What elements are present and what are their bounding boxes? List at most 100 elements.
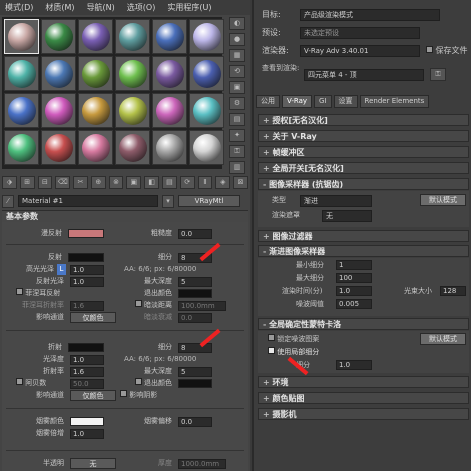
- menu-mode[interactable]: 模式(D): [5, 2, 33, 13]
- lock-noise-checkbox[interactable]: [268, 334, 275, 341]
- sampler-default-mode-button[interactable]: 默认模式: [420, 194, 466, 206]
- toolbar-icon[interactable]: ▤: [162, 175, 177, 189]
- toolbar-icon[interactable]: ⟳: [179, 175, 195, 189]
- toolbar-icon[interactable]: ✂: [73, 175, 88, 189]
- toolbar-icon[interactable]: ▣: [126, 175, 142, 189]
- material-type-button[interactable]: VRayMtl: [178, 195, 240, 207]
- menu-navigation[interactable]: 导航(N): [87, 2, 115, 13]
- rollout-color-mapping[interactable]: 颜色贴图: [258, 392, 469, 404]
- refr-affect-select[interactable]: 仅颜色: [70, 390, 116, 401]
- max-subdivs-input[interactable]: 100: [336, 273, 372, 283]
- hilight-lock-button[interactable]: L: [57, 264, 66, 275]
- thickness-input[interactable]: 1000.0mm: [178, 459, 226, 469]
- material-slot[interactable]: [152, 19, 187, 54]
- refr-exit-row[interactable]: 退出颜色: [120, 378, 172, 389]
- fog-color-swatch[interactable]: [70, 417, 104, 426]
- sampler-type-select[interactable]: 渐进: [300, 195, 372, 207]
- material-slot[interactable]: [189, 56, 224, 91]
- tab-common[interactable]: 公用: [256, 95, 280, 108]
- abbe-row[interactable]: 阿贝数: [16, 378, 66, 389]
- material-slot[interactable]: [115, 19, 150, 54]
- preset-select[interactable]: 未选定预设: [300, 27, 420, 39]
- fresnel-checkbox-row[interactable]: 菲涅耳反射: [16, 288, 86, 299]
- material-name-field[interactable]: Material #1: [18, 195, 158, 207]
- material-slot[interactable]: [41, 56, 76, 91]
- dim-dist-input[interactable]: 100.0mm: [178, 301, 226, 311]
- tab-render-elements[interactable]: Render Elements: [359, 95, 430, 108]
- abbe-checkbox[interactable]: [16, 378, 23, 385]
- rollout-authorization[interactable]: 授权[无名汉化]: [258, 114, 469, 126]
- roughness-input[interactable]: 0.0: [178, 229, 212, 239]
- target-select[interactable]: 产品级渲染模式: [300, 9, 440, 21]
- dim-dist-row[interactable]: 暗淡距离: [120, 300, 172, 311]
- hilight-gloss-input[interactable]: 1.0: [70, 265, 104, 275]
- material-slot[interactable]: [4, 130, 39, 165]
- basic-params-header[interactable]: 基本参数: [2, 210, 248, 222]
- material-slot[interactable]: [41, 19, 76, 54]
- refr-exit-swatch[interactable]: [178, 379, 212, 388]
- toolbar-icon[interactable]: ⌫: [55, 175, 71, 189]
- renderer-select[interactable]: V-Ray Adv 3.40.01: [300, 45, 420, 57]
- toolbar-icon[interactable]: ⊟: [37, 175, 53, 189]
- render-time-input[interactable]: 1.0: [336, 286, 372, 296]
- rollout-camera[interactable]: 摄影机: [258, 408, 469, 420]
- fresnel-ior-input[interactable]: 1.6: [70, 301, 104, 311]
- material-slot[interactable]: [4, 56, 39, 91]
- material-slot[interactable]: [115, 130, 150, 165]
- lock-icon[interactable]: ⚿: [430, 68, 446, 81]
- rollout-frame-buffer[interactable]: 帧缓冲区: [258, 146, 469, 158]
- fog-bias-input[interactable]: 0.0: [178, 417, 212, 427]
- toolbar-icon[interactable]: ⬗: [2, 175, 17, 189]
- toolbar-icon[interactable]: ◧: [144, 175, 160, 189]
- diffuse-swatch[interactable]: [68, 229, 104, 238]
- material-slot[interactable]: [41, 130, 76, 165]
- side-tool-icon[interactable]: ▣: [229, 81, 245, 94]
- rollout-progressive-sampler[interactable]: 渐进图像采样器: [258, 245, 469, 257]
- material-slot[interactable]: [189, 19, 224, 54]
- toolbar-icon[interactable]: ⊕: [90, 175, 106, 189]
- view-to-render-select[interactable]: 四元菜单 4 - 顶: [304, 69, 424, 81]
- fresnel-checkbox[interactable]: [16, 288, 23, 295]
- lock-noise-row[interactable]: 锁定噪波图案: [268, 334, 319, 345]
- toolbar-icon[interactable]: Ⅱ: [197, 175, 213, 189]
- bundle-size-input[interactable]: 128: [440, 286, 466, 296]
- rollout-image-sampler[interactable]: 图像采样器 (抗锯齿): [258, 178, 469, 190]
- save-file-row[interactable]: 保存文件: [426, 44, 468, 57]
- menu-options[interactable]: 选项(O): [127, 2, 156, 13]
- translucency-select[interactable]: 无: [70, 458, 116, 469]
- min-subdivs-input[interactable]: 1: [336, 260, 372, 270]
- side-tool-icon[interactable]: ⚙: [229, 97, 245, 110]
- eyedropper-icon[interactable]: ⁄: [2, 194, 14, 208]
- refr-max-depth-input[interactable]: 5: [178, 367, 212, 377]
- material-slot[interactable]: [189, 130, 224, 165]
- refract-subdivs-input[interactable]: 8: [178, 343, 212, 353]
- dim-falloff-input[interactable]: 0.0: [178, 313, 212, 323]
- menu-material[interactable]: 材质(M): [45, 2, 74, 13]
- material-slot[interactable]: [152, 130, 187, 165]
- side-tool-icon[interactable]: ▦: [229, 49, 245, 62]
- menu-utilities[interactable]: 实用程序(U): [167, 2, 211, 13]
- use-local-subdivs-row[interactable]: 使用局部细分: [268, 347, 319, 358]
- material-slot[interactable]: [115, 56, 150, 91]
- side-tool-icon[interactable]: ✦: [229, 129, 245, 142]
- affect-shadows-checkbox[interactable]: [120, 390, 127, 397]
- rollout-about-vray[interactable]: 关于 V-Ray: [258, 130, 469, 142]
- tab-gi[interactable]: GI: [314, 95, 332, 108]
- refr-exit-checkbox[interactable]: [134, 378, 142, 385]
- side-tool-icon[interactable]: ▤: [229, 113, 245, 126]
- max-depth-input[interactable]: 5: [178, 277, 212, 287]
- material-slot[interactable]: [41, 93, 76, 128]
- material-slot[interactable]: [4, 19, 39, 54]
- rollout-global-dmc[interactable]: 全局确定性蒙特卡洛: [258, 318, 469, 330]
- material-slot[interactable]: [78, 93, 113, 128]
- toolbar-icon[interactable]: ⊞: [19, 175, 35, 189]
- refract-swatch[interactable]: [68, 343, 104, 352]
- reflect-swatch[interactable]: [68, 253, 104, 262]
- render-mask-select[interactable]: 无: [322, 210, 372, 222]
- dmc-default-mode-button[interactable]: 默认模式: [420, 333, 466, 345]
- side-tool-icon[interactable]: ◐: [229, 17, 245, 30]
- exit-color-swatch[interactable]: [178, 289, 212, 298]
- affect-channels-select[interactable]: 仅颜色: [70, 312, 116, 323]
- rollout-environment[interactable]: 环境: [258, 376, 469, 388]
- toolbar-icon[interactable]: ⊗: [108, 175, 124, 189]
